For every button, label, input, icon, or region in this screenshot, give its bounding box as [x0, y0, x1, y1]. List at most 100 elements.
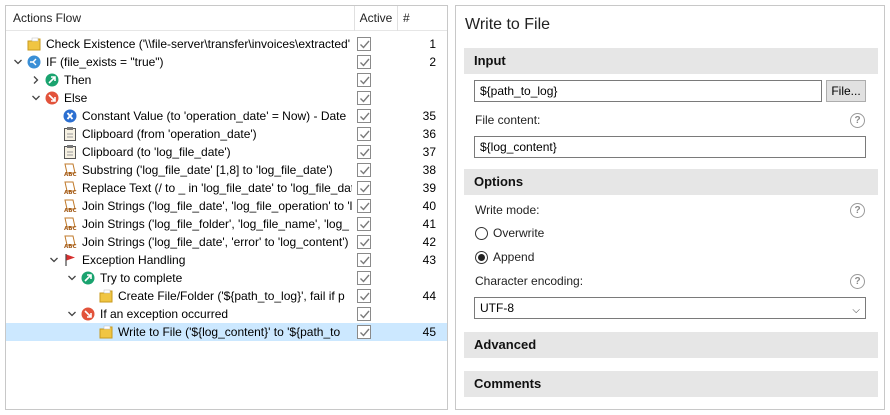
tree-row[interactable]: Create File/Folder ('${path_to_log}', fa… — [6, 287, 447, 305]
properties-panel: Write to File Input ${path_to_log} File.… — [455, 5, 885, 410]
tree-row[interactable]: Write to File ('${log_content}' to '${pa… — [6, 323, 447, 341]
tree-row[interactable]: ABC Substring ('log_file_date' [1,8] to '… — [6, 161, 447, 179]
active-checkbox[interactable] — [357, 127, 371, 141]
action-number: 35 — [422, 109, 436, 123]
append-radio[interactable] — [475, 251, 488, 264]
tree-row-label-area: Else — [6, 89, 352, 107]
tree-row-label-area: Exception Handling — [6, 251, 352, 269]
active-checkbox[interactable] — [357, 199, 371, 213]
tree-row-label-area: Check Existence ('\\file-server\transfer… — [6, 35, 352, 53]
active-checkbox[interactable] — [357, 109, 371, 123]
tree-row[interactable]: Else — [6, 89, 447, 107]
tree-row-label: Write to File ('${log_content}' to '${pa… — [118, 325, 341, 339]
tree-row[interactable]: Try to complete — [6, 269, 447, 287]
action-number: 39 — [422, 181, 436, 195]
append-label[interactable]: Append — [493, 250, 534, 264]
tree-row-label-area: Join Strings ('log_file_date', 'error' t… — [6, 233, 352, 251]
action-number: 42 — [422, 235, 436, 249]
tree-row-label-area: Create File/Folder ('${path_to_log}', fa… — [6, 287, 352, 305]
tree-row-label-area: IF (file_exists = "true") — [6, 53, 352, 71]
active-checkbox[interactable] — [357, 307, 371, 321]
tree-row-label-area: Replace Text (/ to _ in 'log_file_date' … — [6, 179, 352, 197]
active-checkbox[interactable] — [357, 235, 371, 249]
active-checkbox[interactable] — [357, 37, 371, 51]
encoding-select-value: UTF-8 — [480, 301, 514, 315]
file-content-input[interactable]: ${log_content} — [474, 136, 866, 158]
file-browse-button[interactable]: File... — [826, 80, 866, 102]
active-checkbox[interactable] — [357, 145, 371, 159]
column-header-active[interactable]: Active — [354, 6, 398, 31]
tree-row-label-area: Join Strings ('log_file_folder', 'log_fi… — [6, 215, 352, 233]
encoding-help-icon[interactable]: ? — [850, 274, 865, 289]
tree-row-label: Then — [64, 73, 92, 87]
tree-row[interactable]: Check Existence ('\\file-server\transfer… — [6, 35, 447, 53]
path-input[interactable]: ${path_to_log} — [474, 80, 822, 102]
tree-row-label-area: Try to complete — [6, 269, 352, 287]
tree-row-label: Replace Text (/ to _ in 'log_file_date' … — [82, 181, 352, 195]
properties-title: Write to File — [465, 16, 551, 33]
active-checkbox[interactable] — [357, 217, 371, 231]
action-number: 38 — [422, 163, 436, 177]
overwrite-radio[interactable] — [475, 227, 488, 240]
tree-row-label: Check Existence ('\\file-server\transfer… — [46, 37, 351, 51]
active-checkbox[interactable] — [357, 325, 371, 339]
action-number: 45 — [422, 325, 436, 339]
tree-row-label: Exception Handling — [82, 253, 186, 267]
tree-row-label: Substring ('log_file_date' [1,8] to 'log… — [82, 163, 333, 177]
action-number: 43 — [422, 253, 436, 267]
tree-row-label-area: Then — [6, 71, 352, 89]
tree-row[interactable]: If an exception occurred — [6, 305, 447, 323]
active-checkbox[interactable] — [357, 253, 371, 267]
active-checkbox[interactable] — [357, 163, 371, 177]
tree-row[interactable]: IF (file_exists = "true") 2 — [6, 53, 447, 71]
column-header-actions-flow[interactable]: Actions Flow — [13, 6, 81, 31]
action-number: 44 — [422, 289, 436, 303]
action-number: 2 — [429, 55, 436, 69]
tree-row[interactable]: ABC Join Strings ('log_file_folder', 'log… — [6, 215, 447, 233]
tree-row[interactable]: Clipboard (to 'log_file_date') 37 — [6, 143, 447, 161]
chevron-down-icon: ⌵ — [852, 305, 860, 316]
tree-row[interactable]: Clipboard (from 'operation_date') 36 — [6, 125, 447, 143]
tree-row[interactable]: ABC Join Strings ('log_file_date', 'error… — [6, 233, 447, 251]
tree-row-label: Constant Value (to 'operation_date' = No… — [82, 109, 347, 123]
actions-flow-header: Actions Flow Active # — [6, 6, 447, 31]
tree-row-label-area: Write to File ('${log_content}' to '${pa… — [6, 323, 352, 341]
action-number: 40 — [422, 199, 436, 213]
overwrite-label[interactable]: Overwrite — [493, 226, 544, 240]
write-mode-label: Write mode: — [475, 203, 540, 217]
section-comments[interactable]: Comments — [464, 371, 878, 397]
tree-row-label: Try to complete — [100, 271, 183, 285]
tree-row-label: Else — [64, 91, 88, 105]
tree-row[interactable]: ABC Replace Text (/ to _ in 'log_file_dat… — [6, 179, 447, 197]
action-number: 36 — [422, 127, 436, 141]
active-checkbox[interactable] — [357, 181, 371, 195]
encoding-select[interactable]: UTF-8 ⌵ — [474, 297, 866, 319]
tree-row-label-area: If an exception occurred — [6, 305, 352, 323]
tree-row-label: Clipboard (to 'log_file_date') — [82, 145, 231, 159]
file-content-help-icon[interactable]: ? — [850, 113, 865, 128]
section-input[interactable]: Input — [464, 48, 878, 74]
write-mode-help-icon[interactable]: ? — [850, 203, 865, 218]
encoding-label: Character encoding: — [475, 274, 584, 288]
section-options[interactable]: Options — [464, 169, 878, 195]
active-checkbox[interactable] — [357, 289, 371, 303]
tree-row[interactable]: Then — [6, 71, 447, 89]
active-checkbox[interactable] — [357, 55, 371, 69]
actions-flow-panel: Actions Flow Active # Check Existence ('… — [5, 5, 448, 410]
tree-row-label: Join Strings ('log_file_folder', 'log_fi… — [82, 217, 349, 231]
tree-row-label-area: Substring ('log_file_date' [1,8] to 'log… — [6, 161, 352, 179]
action-number: 41 — [422, 217, 436, 231]
active-checkbox[interactable] — [357, 271, 371, 285]
column-header-number[interactable]: # — [403, 6, 410, 31]
file-content-label: File content: — [475, 113, 541, 127]
tree-row-label: Join Strings ('log_file_date', 'error' t… — [82, 235, 349, 249]
tree-row[interactable]: Exception Handling 43 — [6, 251, 447, 269]
tree-row[interactable]: Constant Value (to 'operation_date' = No… — [6, 107, 447, 125]
active-checkbox[interactable] — [357, 73, 371, 87]
section-advanced[interactable]: Advanced — [464, 332, 878, 358]
tree-row[interactable]: ABC Join Strings ('log_file_date', 'log_f… — [6, 197, 447, 215]
tree-row-label: Clipboard (from 'operation_date') — [82, 127, 257, 141]
tree-row-label-area: Constant Value (to 'operation_date' = No… — [6, 107, 352, 125]
active-checkbox[interactable] — [357, 91, 371, 105]
tree-row-label-area: Clipboard (to 'log_file_date') — [6, 143, 352, 161]
